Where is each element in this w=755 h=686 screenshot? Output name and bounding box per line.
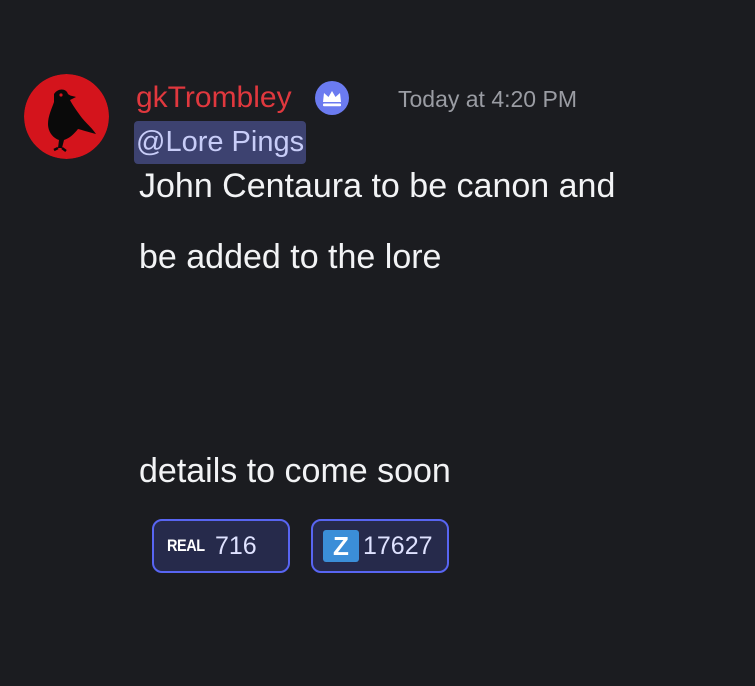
raven-avatar-icon [24, 74, 109, 159]
role-mention[interactable]: @Lore Pings [134, 121, 307, 164]
real-emoji-icon: REAL [167, 536, 205, 555]
user-avatar[interactable] [24, 74, 109, 159]
message-timestamp: Today at 4:20 PM [398, 86, 577, 112]
author-username[interactable]: gkTrombley [136, 78, 292, 118]
reaction-real[interactable]: REAL 716 [152, 519, 290, 573]
crown-badge-icon[interactable] [315, 81, 349, 115]
message-text-line-3: details to come soon [139, 452, 451, 490]
message-text-line-2: be added to the lore [139, 238, 442, 276]
reaction-z[interactable]: Z 17627 [311, 519, 449, 573]
message-text-line-1: John Centaura to be canon and [139, 167, 616, 205]
reaction-count: 17627 [363, 532, 433, 560]
z-emoji-icon: Z [323, 530, 359, 562]
message-page: gkTrombley Today at 4:20 PM @Lore Pings … [0, 0, 755, 686]
reaction-count: 716 [215, 532, 257, 560]
